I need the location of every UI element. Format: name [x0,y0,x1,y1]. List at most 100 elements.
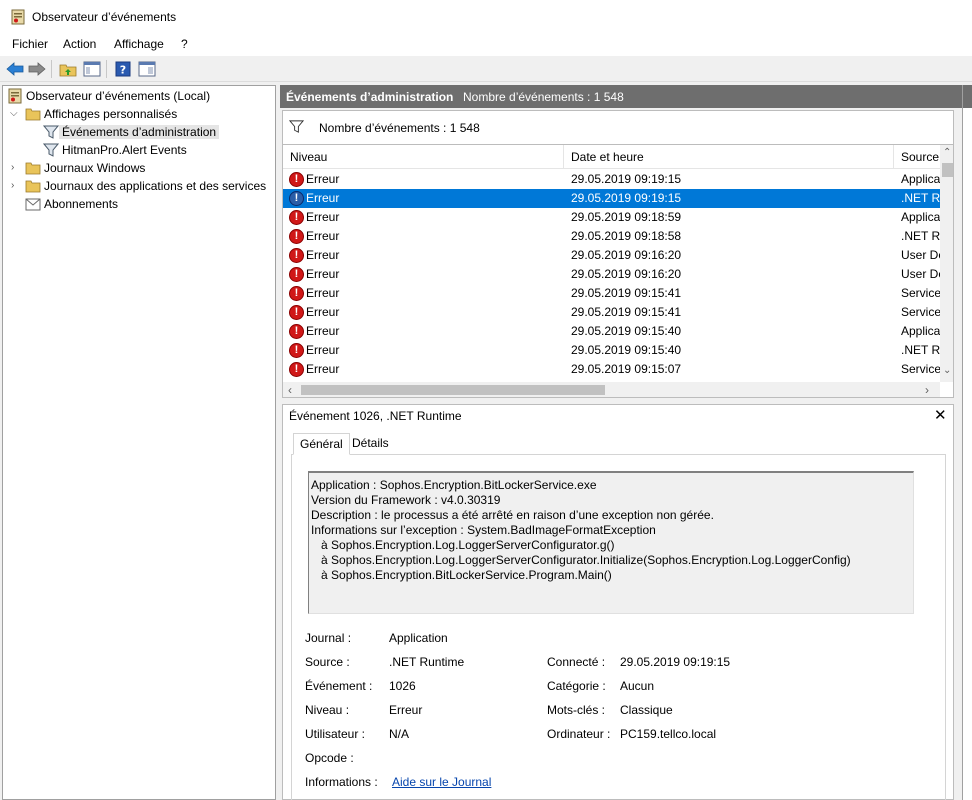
help-icon: ? [115,61,131,77]
event-count: Nombre d’événements : 1 548 [463,90,624,104]
cell-level: Erreur [306,286,340,300]
menu-affichage[interactable]: Affichage [112,37,166,51]
cell-date: 29.05.2019 09:19:15 [571,191,682,205]
prop-opcode-label: Opcode : [305,751,354,765]
svg-text:?: ? [120,64,126,77]
cell-level: Erreur [306,362,340,376]
help-button[interactable]: ? [113,59,133,79]
error-icon: ! [289,324,304,339]
prop-evenement-label: Événement : [305,679,373,693]
menu-action[interactable]: Action [61,37,98,51]
vertical-scrollbar[interactable]: ⌃ ⌄ [940,145,953,382]
prop-motscles-value: Classique [620,703,673,717]
cell-date: 29.05.2019 09:16:20 [571,267,682,281]
cell-date: 29.05.2019 09:15:07 [571,362,682,376]
chevron-down-icon[interactable]: ⌵ [10,108,18,119]
tree-admin-events[interactable]: Événements d’administration [43,123,220,141]
cell-source: User De [901,267,940,281]
cell-source: Applicati [901,324,940,338]
table-row[interactable]: !Erreur 29.05.2019 09:18:59 Applicati [283,208,940,227]
menu-fichier[interactable]: Fichier [10,37,50,51]
cell-date: 29.05.2019 09:19:15 [571,172,682,186]
column-date[interactable]: Date et heure [564,145,894,169]
prop-motscles-label: Mots-clés : [547,703,606,717]
error-icon: ! [289,172,304,187]
cell-date: 29.05.2019 09:18:59 [571,210,682,224]
tree-root[interactable]: Observateur d’événements (Local) [7,87,213,105]
prop-utilisateur-label: Utilisateur : [305,727,366,741]
table-row[interactable]: !Erreur 29.05.2019 09:15:40 Applicati [283,322,940,341]
table-row[interactable]: ! Erreur 29.05.2019 09:15:41 Service [283,303,940,322]
prop-journal-value: Application [389,631,448,645]
horizontal-scrollbar[interactable]: ‹ › [283,382,940,397]
title-bar: Observateur d’événements [0,0,972,34]
prop-evenement-value: 1026 [389,679,416,693]
tree-hitmanpro-events[interactable]: HitmanPro.Alert Events [43,141,190,159]
error-icon: ! [289,191,304,206]
table-row[interactable]: !Erreur 29.05.2019 09:16:20 User De [283,246,940,265]
menu-help[interactable]: ? [179,37,190,51]
cell-source: Service [901,362,940,376]
folder-icon [25,162,41,175]
table-row[interactable]: !Erreur 29.05.2019 09:16:20 User De [283,265,940,284]
event-description[interactable]: Application : Sophos.Encryption.BitLocke… [308,471,914,614]
action-pane-icon [138,61,156,77]
error-icon: ! [289,305,304,320]
description-line: à Sophos.Encryption.Log.LoggerServerConf… [311,553,851,567]
cell-date: 29.05.2019 09:15:41 [571,305,682,319]
center-pane-header: Événements d’administration Nombre d’évé… [280,85,962,108]
cell-level: Erreur [306,305,340,319]
column-source[interactable]: Source [894,145,940,169]
toolbar: ? [0,56,972,82]
window-title: Observateur d’événements [32,10,177,24]
cell-date: 29.05.2019 09:15:41 [571,286,682,300]
scroll-left-icon[interactable]: ‹ [288,383,292,397]
cell-level: Erreur [306,210,340,224]
tab-details[interactable]: Détails [346,433,395,455]
scroll-up-icon[interactable]: ⌃ [943,147,951,158]
scroll-thumb[interactable] [942,163,953,177]
toolbar-separator [106,60,107,78]
tree-app-service-logs[interactable]: Journaux des applications et des service… [25,177,269,195]
error-icon: ! [289,362,304,377]
prop-source-label: Source : [305,655,350,669]
error-icon: ! [289,343,304,358]
event-detail-pane: Événement 1026, .NET Runtime ✕ Général D… [282,404,954,800]
scroll-right-icon[interactable]: › [925,383,929,397]
table-row[interactable]: ! Erreur 29.05.2019 09:15:07 Service [283,360,940,379]
events-table: Niveau Date et heure Source ! Erreur 29.05… [282,144,954,398]
chevron-right-icon[interactable]: › [11,180,14,191]
show-hide-tree-button[interactable] [82,59,102,79]
show-hide-action-pane-button[interactable] [137,59,157,79]
tree-custom-views[interactable]: Affichages personnalisés [25,105,180,123]
cell-source: Service [901,286,940,300]
cell-level: Erreur [306,267,340,281]
forward-button[interactable] [27,59,47,79]
scroll-down-icon[interactable]: ⌄ [943,365,951,376]
up-folder-button[interactable] [58,59,78,79]
scroll-thumb[interactable] [301,385,605,395]
chevron-right-icon[interactable]: › [11,162,14,173]
table-row[interactable]: !Erreur 29.05.2019 09:18:58 .NET Ru [283,227,940,246]
folder-icon [25,108,41,121]
cell-level: Erreur [306,191,340,205]
table-row[interactable]: !Erreur 29.05.2019 09:19:15 .NET Ru [283,189,940,208]
description-line: Informations sur l’exception : System.Ba… [311,523,656,537]
tree-windows-logs[interactable]: Journaux Windows [25,159,148,177]
table-row[interactable]: !Erreur 29.05.2019 09:19:15 Applicati [283,170,940,189]
tree-label: HitmanPro.Alert Events [62,143,187,157]
cell-level: Erreur [306,324,340,338]
prop-connecte-value: 29.05.2019 09:19:15 [620,655,731,669]
table-row[interactable]: !Erreur 29.05.2019 09:15:40 .NET Ru [283,341,940,360]
tree-subscriptions[interactable]: Abonnements [25,195,121,213]
back-button[interactable] [5,59,25,79]
close-icon[interactable]: ✕ [934,406,947,424]
event-log-help-link[interactable]: Aide sur le Journal [392,775,491,789]
table-row[interactable]: ! Erreur 29.05.2019 09:15:41 Service [283,284,940,303]
prop-categorie-label: Catégorie : [547,679,606,693]
error-icon: ! [289,210,304,225]
column-niveau[interactable]: Niveau [283,145,564,169]
prop-categorie-value: Aucun [620,679,655,693]
tab-general[interactable]: Général [293,433,350,455]
error-icon: ! [289,286,304,301]
